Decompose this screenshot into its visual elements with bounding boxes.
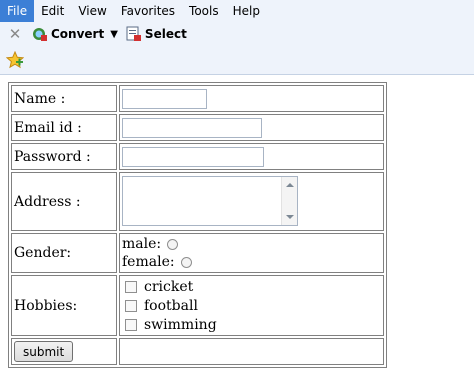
- chevron-down-icon[interactable]: ▼: [110, 29, 118, 40]
- password-label: Password :: [11, 143, 117, 170]
- menu-view[interactable]: View: [71, 0, 113, 22]
- gender-option-male: male:: [122, 235, 381, 253]
- male-radio[interactable]: [167, 238, 179, 250]
- toolbar: ✕ Convert ▼ Select: [0, 23, 474, 45]
- password-row: Password :: [11, 143, 384, 170]
- address-textarea[interactable]: [122, 176, 298, 226]
- select-icon: [126, 26, 141, 41]
- address-row: Address :: [11, 172, 384, 231]
- name-row: Name :: [11, 85, 384, 112]
- name-input[interactable]: [122, 89, 207, 109]
- gender-option-female: female:: [122, 253, 381, 271]
- hobby-cricket: cricket: [122, 277, 381, 296]
- female-radio[interactable]: [180, 256, 192, 268]
- menu-edit[interactable]: Edit: [34, 0, 71, 22]
- scroll-down-icon[interactable]: [286, 215, 294, 219]
- convert-label: Convert: [51, 27, 105, 41]
- menu-favorites[interactable]: Favorites: [114, 0, 182, 22]
- email-input[interactable]: [122, 118, 262, 138]
- menu-tools[interactable]: Tools: [182, 0, 226, 22]
- convert-icon: [33, 28, 47, 41]
- menu-help[interactable]: Help: [226, 0, 267, 22]
- football-label: football: [144, 297, 198, 314]
- favorites-star-icon[interactable]: [5, 50, 25, 69]
- email-row: Email id :: [11, 114, 384, 141]
- hobbies-row: Hobbies: cricket football swimming: [11, 275, 384, 336]
- menu-bar: File Edit View Favorites Tools Help: [0, 0, 474, 22]
- hobby-swimming: swimming: [122, 315, 381, 334]
- submit-button[interactable]: submit: [14, 341, 74, 362]
- favorites-bar: [5, 50, 26, 71]
- menu-file[interactable]: File: [0, 0, 35, 22]
- cricket-label: cricket: [144, 278, 194, 295]
- scrollbar[interactable]: [281, 177, 297, 225]
- hobby-football: football: [122, 296, 381, 315]
- football-checkbox[interactable]: [125, 299, 137, 312]
- close-icon[interactable]: ✕: [6, 25, 24, 43]
- female-label: female:: [122, 254, 175, 270]
- address-label: Address :: [11, 172, 117, 231]
- scroll-up-icon[interactable]: [286, 183, 294, 187]
- convert-button[interactable]: Convert ▼: [32, 26, 118, 42]
- cricket-checkbox[interactable]: [125, 280, 137, 293]
- registration-form-table: Name : Email id : Password : Address : G…: [8, 82, 387, 368]
- select-label: Select: [144, 27, 187, 41]
- empty-cell: [119, 338, 384, 365]
- submit-row: submit: [11, 338, 384, 365]
- email-label: Email id :: [11, 114, 117, 141]
- name-label: Name :: [11, 85, 117, 112]
- swimming-checkbox[interactable]: [125, 318, 137, 331]
- gender-row: Gender: male: female:: [11, 233, 384, 273]
- swimming-label: swimming: [144, 316, 217, 333]
- browser-chrome: File Edit View Favorites Tools Help ✕ Co…: [0, 0, 474, 75]
- hobbies-label: Hobbies:: [11, 275, 117, 336]
- select-button[interactable]: Select: [126, 26, 187, 42]
- password-input[interactable]: [122, 147, 264, 167]
- male-label: male:: [122, 236, 162, 252]
- gender-label: Gender:: [11, 233, 117, 273]
